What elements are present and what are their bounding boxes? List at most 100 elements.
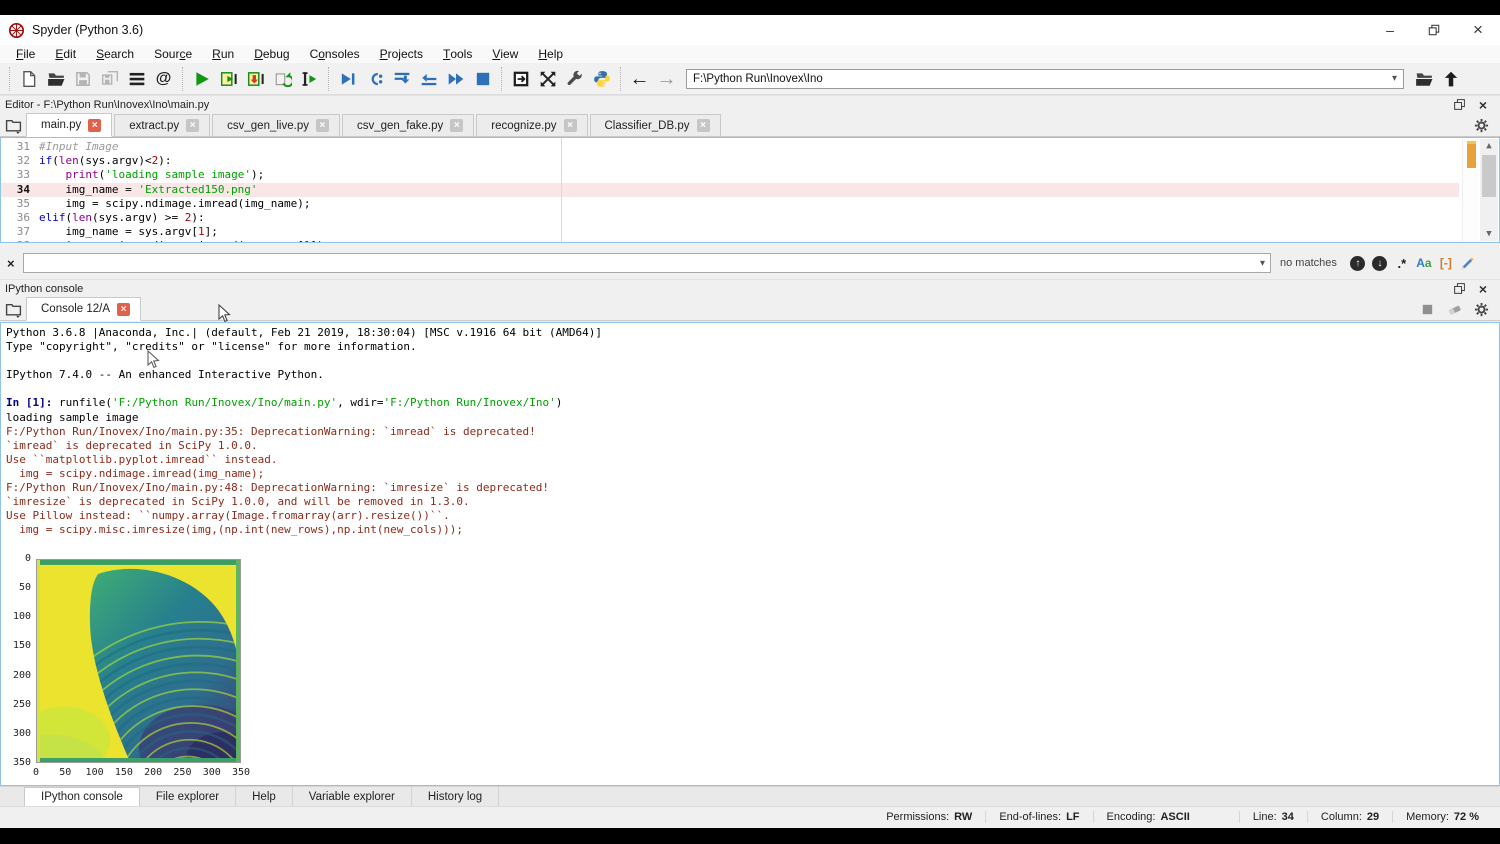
code-editor[interactable]: 31#Input Image32if(len(sys.argv)<2):33 p… (0, 137, 1500, 243)
case-sensitive-toggle-button[interactable]: Aa (1413, 253, 1435, 273)
find-previous-button[interactable]: ↑ (1347, 253, 1369, 273)
console-tab[interactable]: Console 12/A × (26, 297, 141, 321)
scroll-up-arrow[interactable]: ▲ (1480, 139, 1498, 153)
step-into-button[interactable] (388, 66, 415, 92)
back-button[interactable]: ← (626, 66, 653, 92)
whole-word-toggle-button[interactable]: [-] (1435, 253, 1457, 273)
console-close-icon[interactable]: × (1475, 282, 1491, 296)
menu-source[interactable]: Source (144, 45, 202, 63)
editor-scrollbar-thumb[interactable] (1482, 155, 1496, 197)
file-switcher-button[interactable] (123, 66, 150, 92)
symbol-finder-button[interactable]: @ (150, 66, 177, 92)
tab-close-icon[interactable]: × (88, 119, 101, 132)
run-cell-button[interactable] (215, 66, 242, 92)
menu-edit[interactable]: Edit (45, 45, 86, 63)
window-title: Spyder (Python 3.6) (32, 23, 143, 37)
parent-dir-button[interactable] (1437, 66, 1464, 92)
step-over-button[interactable] (361, 66, 388, 92)
console-undock-icon[interactable] (1451, 282, 1467, 296)
step-return-button[interactable] (415, 66, 442, 92)
editor-tab-Classifier_DB.py[interactable]: Classifier_DB.py× (590, 114, 721, 136)
combobox-chevron-icon[interactable]: ▾ (1392, 73, 1397, 84)
plugin-tab-variable-explorer[interactable]: Variable explorer (293, 787, 412, 806)
interrupt-kernel-icon[interactable] (1420, 302, 1438, 320)
run-selection-button[interactable] (296, 66, 323, 92)
restore-button[interactable] (1412, 15, 1456, 45)
debug-stop-button[interactable] (469, 66, 496, 92)
code-line-32[interactable]: 32if(len(sys.argv)<2): (1, 154, 1459, 168)
line-number: 35 (1, 197, 39, 211)
run-cell-advance-button[interactable] (242, 66, 269, 92)
menu-projects[interactable]: Projects (370, 45, 433, 63)
regex-toggle-button[interactable]: .* (1391, 253, 1413, 273)
plugin-tab-history-log[interactable]: History log (412, 787, 499, 806)
scroll-down-arrow[interactable]: ▼ (1480, 227, 1498, 241)
code-line-38[interactable]: 38 img = scipy.ndimage.imread(sys.argv[1… (1, 239, 1459, 243)
open-file-button[interactable] (42, 66, 69, 92)
console-browse-tabs-icon[interactable] (0, 298, 26, 320)
debug-continue-button[interactable] (442, 66, 469, 92)
code-line-33[interactable]: 33 print('loading sample image'); (1, 168, 1459, 182)
tab-close-icon[interactable]: × (564, 119, 577, 132)
debug-file-button[interactable] (334, 66, 361, 92)
editor-scrollbar[interactable]: ▲ ▼ (1480, 139, 1498, 241)
browse-working-dir-button[interactable] (1410, 66, 1437, 92)
fullscreen-button[interactable] (534, 66, 561, 92)
save-all-button[interactable] (96, 66, 123, 92)
editor-tab-csv_gen_live.py[interactable]: csv_gen_live.py× (212, 114, 340, 136)
editor-tab-recognize.py[interactable]: recognize.py× (476, 114, 587, 136)
editor-tab-extract.py[interactable]: extract.py× (114, 114, 210, 136)
forward-button[interactable]: → (653, 66, 680, 92)
find-next-button[interactable]: ↓ (1369, 253, 1391, 273)
working-directory-combobox[interactable]: F:\Python Run\Inovex\Ino▾ (686, 69, 1404, 89)
menu-search[interactable]: Search (86, 45, 144, 63)
plugin-tab-ipython-console[interactable]: IPython console (24, 787, 140, 806)
close-button[interactable]: × (1456, 15, 1500, 45)
y-tick-label: 150 (7, 640, 31, 651)
tab-close-icon[interactable]: × (316, 119, 329, 132)
x-tick-label: 300 (197, 767, 227, 778)
find-close-icon[interactable]: × (7, 256, 23, 271)
editor-undock-icon[interactable] (1451, 98, 1467, 112)
editor-tab-main.py[interactable]: main.py× (26, 113, 112, 137)
code-line-34[interactable]: 34 img_name = 'Extracted150.png' (1, 183, 1459, 197)
ipython-console-output[interactable]: Python 3.6.8 |Anaconda, Inc.| (default, … (0, 322, 1500, 786)
plugin-tab-help[interactable]: Help (236, 787, 293, 806)
menu-tools[interactable]: Tools (433, 45, 482, 63)
editor-tab-csv_gen_fake.py[interactable]: csv_gen_fake.py× (342, 114, 474, 136)
preferences-button[interactable] (561, 66, 588, 92)
code-line-37[interactable]: 37 img_name = sys.argv[1]; (1, 225, 1459, 239)
menu-debug[interactable]: Debug (244, 45, 299, 63)
find-history-chevron-icon[interactable]: ▾ (1260, 258, 1265, 269)
console-tab-close-icon[interactable]: × (117, 303, 130, 316)
editor-options-gear-icon[interactable] (1474, 118, 1492, 136)
run-button[interactable] (188, 66, 215, 92)
code-line-35[interactable]: 35 img = scipy.ndimage.imread(img_name); (1, 197, 1459, 211)
code-line-36[interactable]: 36elif(len(sys.argv) >= 2): (1, 211, 1459, 225)
matplotlib-figure: 050100150200250300350 (7, 556, 267, 786)
minimize-button[interactable]: – (1368, 15, 1412, 45)
find-input[interactable]: ▾ (23, 253, 1271, 273)
status-end-of-lines: End-of-lines:LF (985, 811, 1092, 823)
editor-close-icon[interactable]: × (1475, 98, 1491, 112)
code-line-31[interactable]: 31#Input Image (1, 140, 1459, 154)
new-file-button[interactable] (15, 66, 42, 92)
rerun-cell-button[interactable] (269, 66, 296, 92)
tab-close-icon[interactable]: × (186, 119, 199, 132)
menu-help[interactable]: Help (528, 45, 573, 63)
menu-view[interactable]: View (482, 45, 528, 63)
remove-variables-icon[interactable] (1447, 302, 1465, 320)
highlight-matches-button[interactable] (1457, 253, 1479, 273)
editor-browse-tabs-icon[interactable] (0, 114, 26, 136)
menu-run[interactable]: Run (202, 45, 244, 63)
tab-close-icon[interactable]: × (697, 119, 710, 132)
save-button[interactable] (69, 66, 96, 92)
menu-bar: FileEditSearchSourceRunDebugConsolesProj… (0, 45, 1500, 63)
python-env-button[interactable] (588, 66, 615, 92)
maximize-pane-button[interactable] (507, 66, 534, 92)
menu-file[interactable]: File (6, 45, 45, 63)
plugin-tab-file-explorer[interactable]: File explorer (140, 787, 236, 806)
menu-consoles[interactable]: Consoles (300, 45, 370, 63)
console-options-gear-icon[interactable] (1474, 302, 1492, 320)
tab-close-icon[interactable]: × (450, 119, 463, 132)
